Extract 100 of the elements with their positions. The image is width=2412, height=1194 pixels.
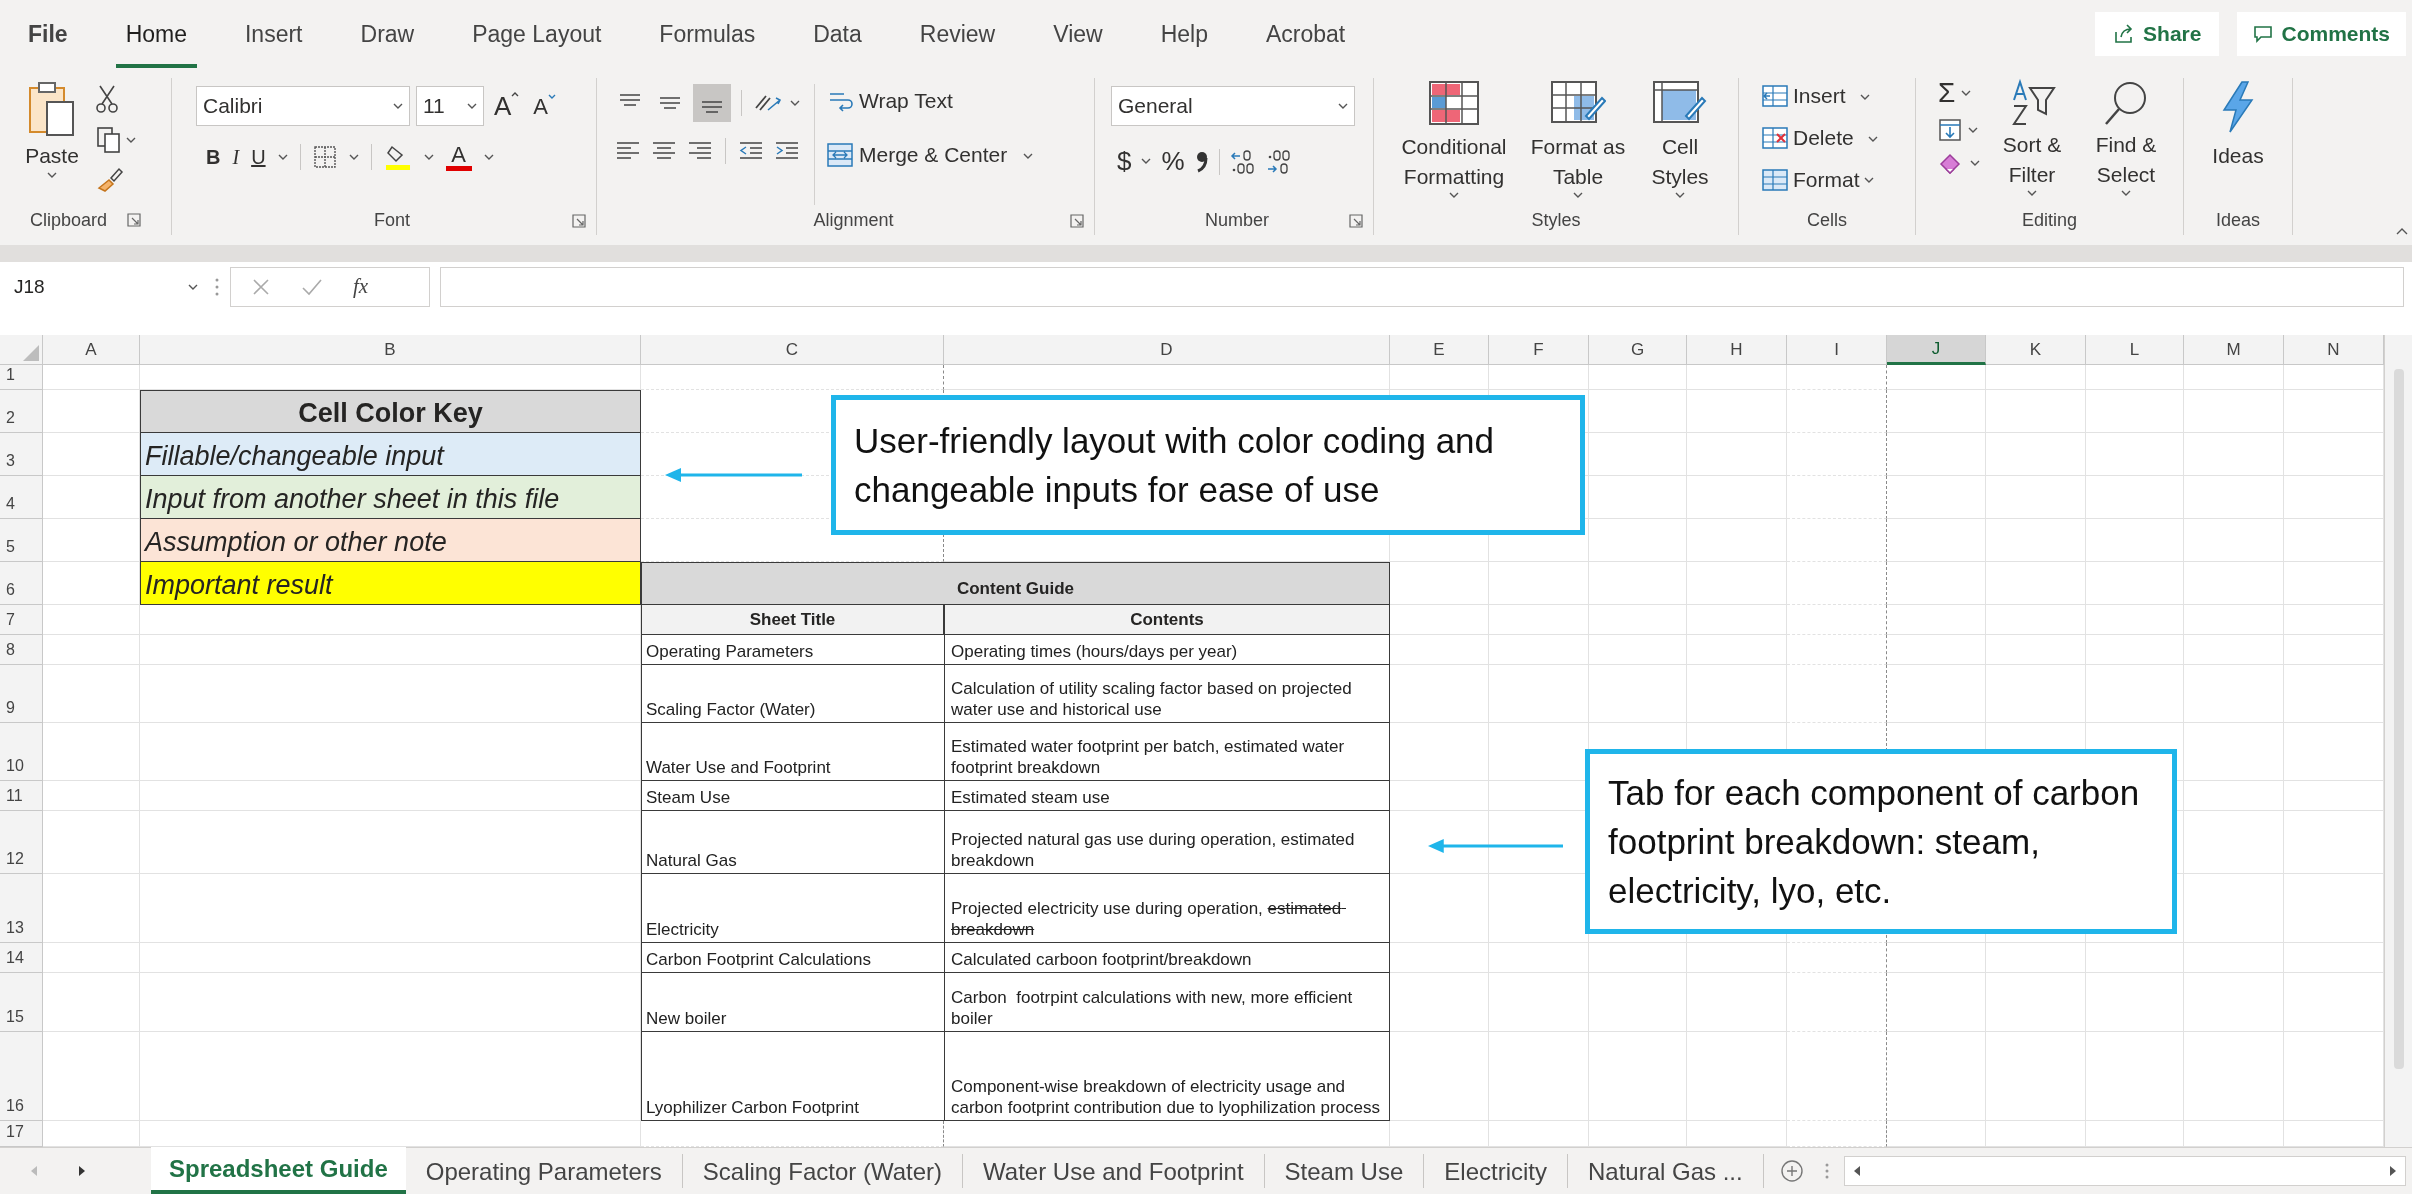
caret-icon[interactable] <box>348 153 359 161</box>
copy-icon[interactable] <box>96 126 122 154</box>
caret-icon[interactable] <box>1675 192 1685 199</box>
share-button[interactable]: Share <box>2095 12 2220 56</box>
paste-button[interactable]: Paste <box>22 80 82 205</box>
scroll-left-icon[interactable] <box>1852 1165 1861 1177</box>
caret-icon[interactable] <box>790 99 800 107</box>
caret-icon[interactable] <box>1859 94 1870 102</box>
autosum-button[interactable]: Σ <box>1938 78 1980 108</box>
dialog-launcher-icon[interactable] <box>127 213 141 227</box>
scroll-right-icon[interactable] <box>78 1165 86 1177</box>
row-header[interactable]: 15 <box>0 973 43 1032</box>
caret-icon[interactable] <box>126 136 136 144</box>
add-sheet-icon[interactable] <box>1779 1159 1804 1183</box>
menu-tab[interactable]: Insert <box>235 0 313 68</box>
column-header[interactable]: L <box>2086 335 2184 365</box>
sheet-tab[interactable]: Steam Use <box>1264 1154 1425 1188</box>
column-header[interactable]: H <box>1687 335 1787 365</box>
ideas-button[interactable]: Ideas <box>2212 80 2264 205</box>
underline-button[interactable]: U <box>251 142 266 172</box>
empty-cell[interactable] <box>1787 519 1887 562</box>
caret-icon[interactable] <box>2121 190 2131 197</box>
merge-center-button[interactable]: Merge & Center <box>827 138 1034 172</box>
menu-tab[interactable]: View <box>1043 0 1113 68</box>
sheet-tab[interactable]: Spreadsheet Guide <box>151 1147 406 1194</box>
currency-button[interactable]: $ <box>1117 142 1132 181</box>
empty-cell[interactable] <box>1787 665 1887 723</box>
fill-down-icon[interactable] <box>1938 118 1962 142</box>
row-header[interactable]: 3 <box>0 433 43 476</box>
vertical-scrollbar[interactable] <box>2384 335 2412 1147</box>
column-header[interactable]: F <box>1489 335 1589 365</box>
column-header[interactable]: M <box>2184 335 2284 365</box>
italic-button[interactable]: I <box>232 142 240 172</box>
grow-font-button[interactable]: A <box>490 86 524 126</box>
sheet-tab[interactable]: Natural Gas ... <box>1568 1154 1764 1188</box>
caret-icon[interactable] <box>1968 126 1978 134</box>
dialog-launcher-icon[interactable] <box>1070 213 1084 228</box>
wrap-text-button[interactable]: Wrap Text <box>827 84 1034 118</box>
caret-icon[interactable] <box>393 102 403 110</box>
caret-icon[interactable] <box>1338 102 1348 110</box>
menu-tab[interactable]: Data <box>803 0 872 68</box>
caret-icon[interactable] <box>1573 192 1583 199</box>
insert-function-button[interactable]: fx <box>353 271 369 303</box>
collapse-ribbon-icon[interactable] <box>2396 227 2408 235</box>
caret-icon[interactable] <box>1141 158 1152 165</box>
column-header[interactable]: E <box>1390 335 1489 365</box>
caret-icon[interactable] <box>423 153 434 161</box>
scroll-right-icon[interactable] <box>2389 1165 2397 1177</box>
empty-cell[interactable] <box>1787 476 1887 519</box>
dialog-launcher-icon[interactable] <box>1349 213 1363 228</box>
comments-button[interactable]: Comments <box>2237 12 2406 56</box>
format-button[interactable]: Format <box>1761 162 1915 198</box>
caret-icon[interactable] <box>277 153 288 161</box>
font-name-field[interactable]: Calibri <box>196 86 410 126</box>
sheet-tab[interactable]: Water Use and Footprint <box>963 1154 1265 1188</box>
row-header[interactable]: 5 <box>0 519 43 562</box>
sheet-tab[interactable]: Operating Parameters <box>405 1154 683 1188</box>
column-header[interactable]: D <box>944 335 1390 365</box>
select-all-icon[interactable] <box>23 345 39 361</box>
row-header[interactable]: 16 <box>0 1032 43 1121</box>
row-header[interactable]: 1 <box>0 365 43 390</box>
bold-button[interactable]: B <box>206 142 221 172</box>
row-header[interactable]: 7 <box>0 605 43 635</box>
column-header[interactable]: B <box>140 335 641 365</box>
caret-icon[interactable] <box>467 102 477 110</box>
empty-cell[interactable] <box>641 365 944 390</box>
menu-tab[interactable]: Formulas <box>649 0 766 68</box>
align-bottom-icon[interactable] <box>693 84 731 122</box>
row-header[interactable]: 13 <box>0 874 43 943</box>
empty-cell[interactable] <box>1787 390 1887 433</box>
menu-tab[interactable]: Draw <box>350 0 425 68</box>
column-header[interactable]: I <box>1787 335 1887 365</box>
empty-cell[interactable] <box>1787 562 1887 605</box>
percent-button[interactable]: % <box>1161 142 1185 181</box>
decrease-decimal-icon[interactable] <box>1265 147 1292 176</box>
paintbrush-icon[interactable] <box>96 166 124 192</box>
empty-cell[interactable] <box>1787 635 1887 665</box>
shrink-font-button[interactable]: A <box>529 89 561 123</box>
caret-icon[interactable] <box>1970 159 1980 167</box>
empty-cell[interactable] <box>1787 973 1887 1032</box>
row-header[interactable]: 10 <box>0 723 43 781</box>
caret-icon[interactable] <box>188 283 198 291</box>
formula-input-field[interactable] <box>440 267 2404 307</box>
empty-cell[interactable] <box>1787 1032 1887 1121</box>
menu-tab[interactable]: Page Layout <box>462 0 612 68</box>
font-color-button[interactable]: A <box>445 143 472 171</box>
menu-tab[interactable]: Acrobat <box>1256 0 1356 68</box>
sheet-tab[interactable]: Electricity <box>1424 1154 1568 1188</box>
format-as-table-button[interactable]: Format as Table <box>1526 80 1630 205</box>
increase-decimal-icon[interactable] <box>1229 147 1256 176</box>
caret-icon[interactable] <box>47 171 57 179</box>
borders-icon[interactable] <box>312 145 337 169</box>
cancel-icon[interactable] <box>251 277 271 297</box>
column-header[interactable]: A <box>43 335 140 365</box>
empty-cell[interactable] <box>1787 365 1887 390</box>
name-box[interactable]: J18 <box>8 267 204 307</box>
empty-cell[interactable] <box>1787 605 1887 635</box>
insert-button[interactable]: Insert <box>1761 78 1915 114</box>
row-header[interactable]: 2 <box>0 390 43 433</box>
caret-icon[interactable] <box>1023 153 1034 161</box>
